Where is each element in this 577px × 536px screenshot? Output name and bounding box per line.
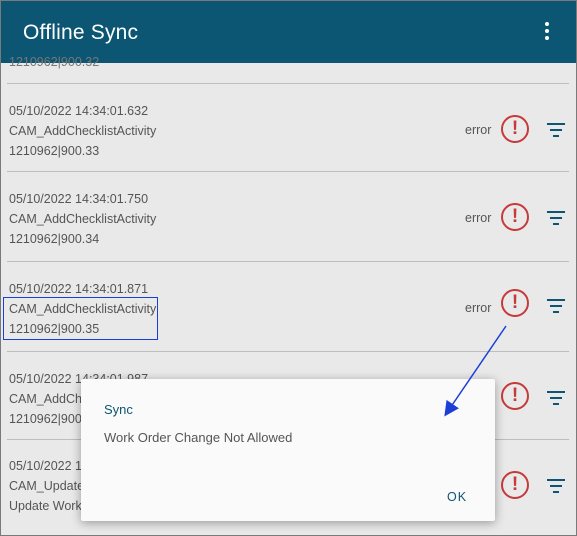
annotation-arrow: [444, 325, 507, 417]
app-window: Offline Sync 1210962|900.32 05/10/2022 1…: [0, 0, 577, 536]
